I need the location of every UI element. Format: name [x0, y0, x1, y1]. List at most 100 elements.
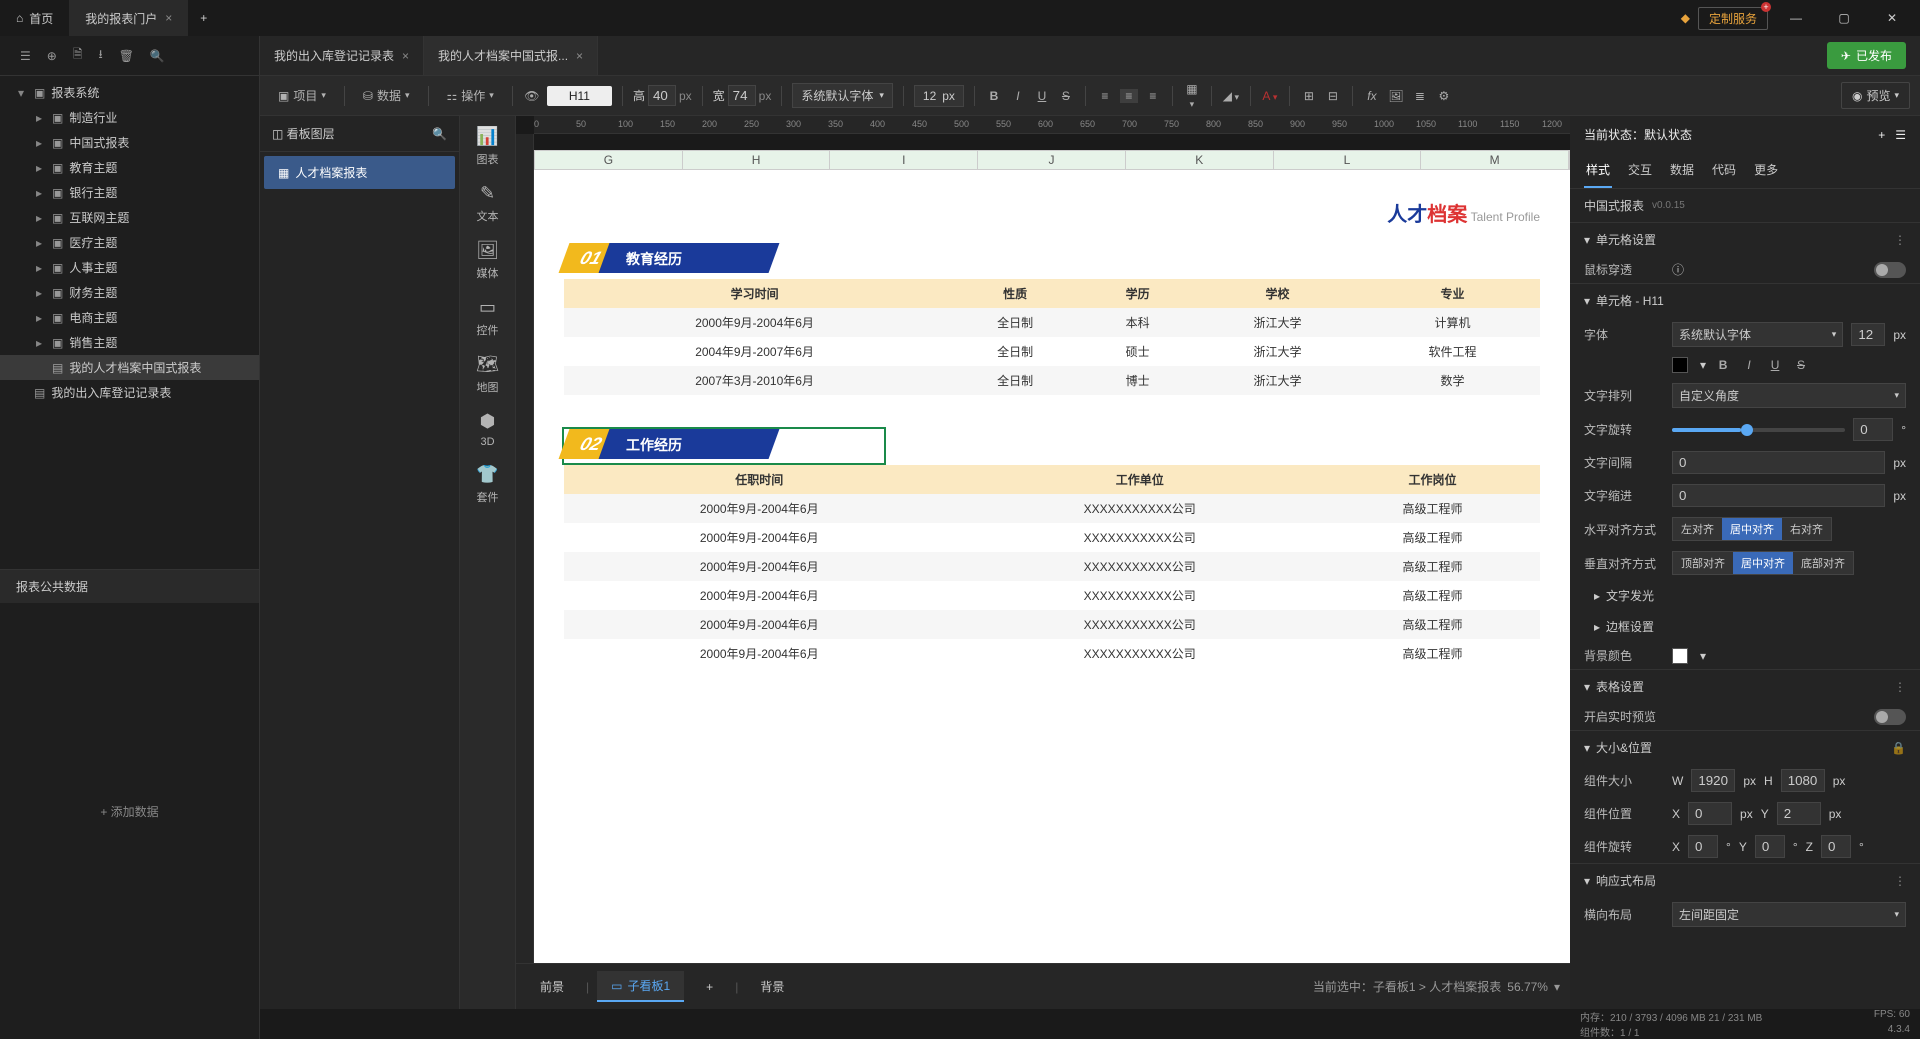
publish-button[interactable]: ✈已发布	[1827, 42, 1906, 69]
italic-icon[interactable]: I	[1740, 358, 1758, 372]
fill-color-icon[interactable]: ◢	[1222, 89, 1240, 103]
public-data-header[interactable]: 报表公共数据	[0, 570, 259, 603]
layout-select[interactable]: 左间距固定	[1672, 902, 1906, 927]
table-row[interactable]: 2007年3月-2010年6月全日制博士浙江大学数学	[564, 366, 1540, 395]
widget-map[interactable]: 🗺地图	[476, 354, 499, 395]
border-section[interactable]: ▸边框设置	[1570, 611, 1920, 642]
table-row[interactable]: 2000年9月-2004年6月XXXXXXXXXXX公司高级工程师	[564, 610, 1540, 639]
close-icon[interactable]: ×	[576, 49, 583, 63]
rx-input[interactable]	[1688, 835, 1718, 858]
align-right-icon[interactable]: ≡	[1144, 89, 1162, 103]
text-arrange-select[interactable]: 自定义角度	[1672, 383, 1906, 408]
underline-icon[interactable]: U	[1033, 89, 1051, 103]
italic-icon[interactable]: I	[1009, 89, 1027, 103]
strike-icon[interactable]: S	[1792, 358, 1810, 372]
realtime-toggle[interactable]	[1874, 709, 1906, 725]
table-row[interactable]: 2000年9月-2004年6月XXXXXXXXXXX公司高级工程师	[564, 494, 1540, 523]
widget-3d[interactable]: ⬢3D	[480, 411, 496, 448]
project-menu[interactable]: ▣项目	[270, 83, 334, 108]
font-size-input[interactable]	[1851, 323, 1885, 346]
sec-size-pos[interactable]: ▾大小&位置🔒	[1570, 731, 1920, 764]
trash-icon[interactable]: 🗑	[119, 49, 134, 63]
widget-control[interactable]: ▭控件	[477, 297, 499, 338]
font-select[interactable]: 系统默认字体	[792, 83, 893, 108]
tree-folder[interactable]: ▸▣人事主题	[0, 255, 259, 280]
visibility-icon[interactable]: 👁	[523, 89, 541, 103]
spreadsheet[interactable]: GHIJKLM 12345678910111213141516171819 人才…	[534, 150, 1570, 963]
rotate-slider[interactable]	[1672, 428, 1845, 432]
width-input[interactable]	[728, 85, 756, 106]
strike-icon[interactable]: S	[1057, 89, 1075, 103]
col-header[interactable]: L	[1274, 151, 1422, 169]
width-input[interactable]	[1691, 769, 1735, 792]
preview-button[interactable]: ◉预览	[1841, 82, 1910, 109]
merge-icon[interactable]: ⊞	[1300, 89, 1318, 103]
close-button[interactable]: ✕	[1872, 4, 1912, 32]
stage-tab-add[interactable]: +	[692, 974, 727, 1000]
tree-root[interactable]: ▾▣报表系统	[0, 80, 259, 105]
valign-segment[interactable]: 顶部对齐居中对齐底部对齐	[1672, 551, 1854, 575]
prop-tab-code[interactable]: 代码	[1710, 153, 1738, 188]
image-icon[interactable]: 🖼	[1387, 89, 1405, 103]
col-header[interactable]: G	[535, 151, 683, 169]
col-header[interactable]: H	[683, 151, 831, 169]
rotate-input[interactable]	[1853, 418, 1893, 441]
sec-table-settings[interactable]: ▾表格设置⋮	[1570, 670, 1920, 703]
height-input[interactable]	[1781, 769, 1825, 792]
bold-icon[interactable]: B	[985, 89, 1003, 103]
tree-file[interactable]: ▤我的出入库登记记录表	[0, 380, 259, 405]
stage[interactable]: GHIJKLM 12345678910111213141516171819 人才…	[534, 134, 1570, 963]
indent-input[interactable]	[1672, 484, 1885, 507]
sec-cell-settings[interactable]: ▾单元格设置⋮	[1570, 223, 1920, 256]
cell-reference[interactable]: H11	[547, 86, 612, 106]
custom-service-button[interactable]: 定制服务	[1698, 7, 1768, 30]
prop-tab-more[interactable]: 更多	[1752, 153, 1780, 188]
tree-folder[interactable]: ▸▣互联网主题	[0, 205, 259, 230]
settings-icon[interactable]: ⚙	[1435, 89, 1453, 103]
close-icon[interactable]: ×	[402, 49, 409, 63]
table-row[interactable]: 2000年9月-2004年6月XXXXXXXXXXX公司高级工程师	[564, 523, 1540, 552]
add-state-icon[interactable]: +	[1878, 128, 1885, 142]
ruler-horizontal[interactable]: 0501001502002503003504004505005506006507…	[534, 116, 1570, 134]
y-input[interactable]	[1777, 802, 1821, 825]
font-color-swatch[interactable]	[1672, 357, 1688, 373]
spacing-input[interactable]	[1672, 451, 1885, 474]
layer-item[interactable]: ▦人才档案报表	[264, 156, 455, 189]
formula-icon[interactable]: fx	[1363, 89, 1381, 103]
ops-menu[interactable]: ⚏操作	[439, 83, 502, 108]
stage-tab-front[interactable]: 前景	[526, 972, 578, 1001]
prop-tab-style[interactable]: 样式	[1584, 153, 1612, 188]
doc-tab-2[interactable]: 我的人才档案中国式报...×	[424, 36, 598, 75]
widget-media[interactable]: 🖼媒体	[476, 240, 499, 281]
table-row[interactable]: 2000年9月-2004年6月XXXXXXXXXXX公司高级工程师	[564, 552, 1540, 581]
tree-folder[interactable]: ▸▣销售主题	[0, 330, 259, 355]
prop-tab-interact[interactable]: 交互	[1626, 153, 1654, 188]
split-icon[interactable]: ⊟	[1324, 89, 1342, 103]
widget-text[interactable]: ✎文本	[477, 183, 499, 224]
menu-icon[interactable]: ☰	[1895, 128, 1906, 142]
table-row[interactable]: 2004年9月-2007年6月全日制硕士浙江大学软件工程	[564, 337, 1540, 366]
new-file-icon[interactable]: 🗎	[73, 45, 83, 66]
col-header[interactable]: I	[830, 151, 978, 169]
rz-input[interactable]	[1821, 835, 1851, 858]
bg-color-swatch[interactable]	[1672, 648, 1688, 664]
section-header-1[interactable]: 01教育经历	[564, 243, 1540, 277]
col-header[interactable]: J	[978, 151, 1126, 169]
data-menu[interactable]: ⛁数据	[355, 83, 418, 108]
col-header[interactable]: K	[1126, 151, 1274, 169]
widget-chart[interactable]: 📊图表	[476, 126, 498, 167]
height-input[interactable]	[648, 85, 676, 106]
tree-folder[interactable]: ▸▣电商主题	[0, 305, 259, 330]
ry-input[interactable]	[1755, 835, 1785, 858]
col-header[interactable]: M	[1421, 151, 1569, 169]
halign-segment[interactable]: 左对齐居中对齐右对齐	[1672, 517, 1832, 541]
prop-tab-data[interactable]: 数据	[1668, 153, 1696, 188]
table-row[interactable]: 2000年9月-2004年6月全日制本科浙江大学计算机	[564, 308, 1540, 337]
menu-icon[interactable]: ☰	[20, 49, 31, 63]
bold-icon[interactable]: B	[1714, 358, 1732, 372]
tree-folder[interactable]: ▸▣财务主题	[0, 280, 259, 305]
table-row[interactable]: 2000年9月-2004年6月XXXXXXXXXXX公司高级工程师	[564, 639, 1540, 668]
align-left-icon[interactable]: ≡	[1096, 89, 1114, 103]
sec-cell-h11[interactable]: ▾单元格 - H11	[1570, 284, 1920, 317]
align-center-icon[interactable]: ≡	[1120, 89, 1138, 103]
